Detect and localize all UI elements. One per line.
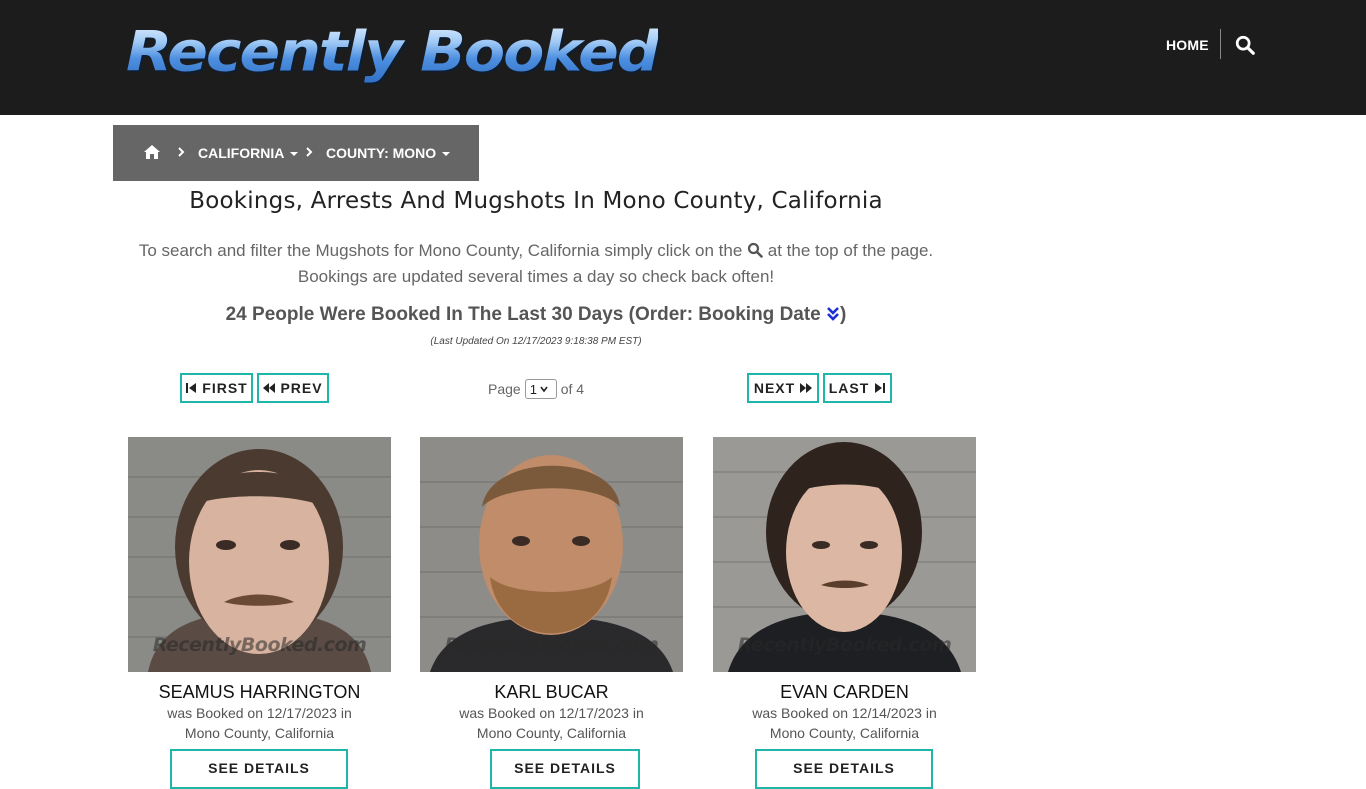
booking-location: Mono County, California [769, 725, 920, 741]
first-page-button[interactable]: FIRST [180, 373, 253, 403]
breadcrumb-state-label: CALIFORNIA [198, 145, 285, 161]
last-page-icon [875, 383, 886, 393]
see-details-button[interactable]: SEE DETAILS [170, 749, 348, 789]
booking-card: RecentlyBooked.com EVAN CARDEN was Booke… [713, 437, 976, 789]
watermark: RecentlyBooked.com [444, 634, 659, 656]
last-page-button[interactable]: LAST [823, 373, 892, 403]
forward-icon [800, 383, 813, 393]
page-title: Bookings, Arrests And Mugshots In Mono C… [189, 188, 883, 214]
booking-location: Mono County, California [184, 725, 335, 741]
mugshot-photo[interactable]: RecentlyBooked.com [420, 437, 683, 672]
home-icon[interactable] [143, 144, 161, 160]
nav-home-link[interactable]: HOME [1166, 36, 1209, 54]
watermark: RecentlyBooked.com [152, 634, 367, 656]
person-name[interactable]: KARL BUCAR [420, 682, 683, 703]
breadcrumb: CALIFORNIA COUNTY: MONO [113, 125, 479, 181]
watermark: RecentlyBooked.com [737, 634, 952, 656]
backward-icon [263, 383, 276, 393]
last-page-label: LAST [828, 380, 870, 396]
breadcrumb-county-label: COUNTY: MONO [326, 145, 437, 161]
booking-card: RecentlyBooked.com KARL BUCAR was Booked… [420, 437, 683, 789]
intro-text: To search and filter the Mugshots for Mo… [113, 238, 959, 290]
sort-order-icon[interactable] [826, 306, 840, 322]
current-page-value: 1 [529, 381, 537, 397]
nav-divider [1220, 29, 1221, 59]
breadcrumb-state[interactable]: CALIFORNIA [198, 144, 299, 162]
site-header: Recently Booked HOME [0, 0, 1366, 115]
site-logo[interactable]: Recently Booked [126, 20, 660, 84]
page-select[interactable]: 1 [524, 379, 557, 399]
intro-line2: Bookings are updated several times a day… [297, 267, 775, 286]
caret-down-icon [290, 152, 299, 157]
search-icon[interactable] [1234, 34, 1256, 56]
booking-date: was Booked on 12/17/2023 in [459, 705, 644, 721]
chevron-right-icon [306, 147, 313, 157]
chevron-right-icon [178, 147, 185, 157]
prev-page-label: PREV [280, 380, 323, 396]
breadcrumb-county[interactable]: COUNTY: MONO [326, 144, 451, 162]
see-details-button[interactable]: SEE DETAILS [490, 749, 640, 789]
person-name[interactable]: EVAN CARDEN [713, 682, 976, 703]
chevron-down-icon [540, 386, 548, 393]
booking-count-close: ) [840, 304, 847, 325]
page-label: Page [488, 381, 521, 397]
search-icon [747, 242, 763, 258]
caret-down-icon [442, 152, 451, 157]
booking-location: Mono County, California [476, 725, 627, 741]
booking-count-text: 24 People Were Booked In The Last 30 Day… [225, 304, 821, 325]
booking-date: was Booked on 12/14/2023 in [752, 705, 937, 721]
intro-part2: at the top of the page. [767, 241, 934, 260]
booking-count-heading: 24 People Were Booked In The Last 30 Day… [113, 304, 959, 326]
first-page-label: FIRST [202, 380, 248, 396]
mugshot-photo[interactable]: RecentlyBooked.com [713, 437, 976, 672]
last-updated: (Last Updated On 12/17/2023 9:18:38 PM E… [430, 336, 642, 347]
mugshot-photo[interactable]: RecentlyBooked.com [128, 437, 391, 672]
first-page-icon [186, 383, 197, 393]
intro-part1: To search and filter the Mugshots for Mo… [138, 241, 743, 260]
booking-card: RecentlyBooked.com SEAMUS HARRINGTON was… [128, 437, 391, 789]
next-page-label: NEXT [753, 380, 796, 396]
see-details-button[interactable]: SEE DETAILS [755, 749, 933, 789]
booking-date: was Booked on 12/17/2023 in [167, 705, 352, 721]
person-name[interactable]: SEAMUS HARRINGTON [128, 682, 391, 703]
next-page-button[interactable]: NEXT [747, 373, 819, 403]
page-selector: Page 1 of 4 [488, 378, 584, 400]
prev-page-button[interactable]: PREV [257, 373, 329, 403]
page-total-label: of 4 [560, 381, 585, 397]
